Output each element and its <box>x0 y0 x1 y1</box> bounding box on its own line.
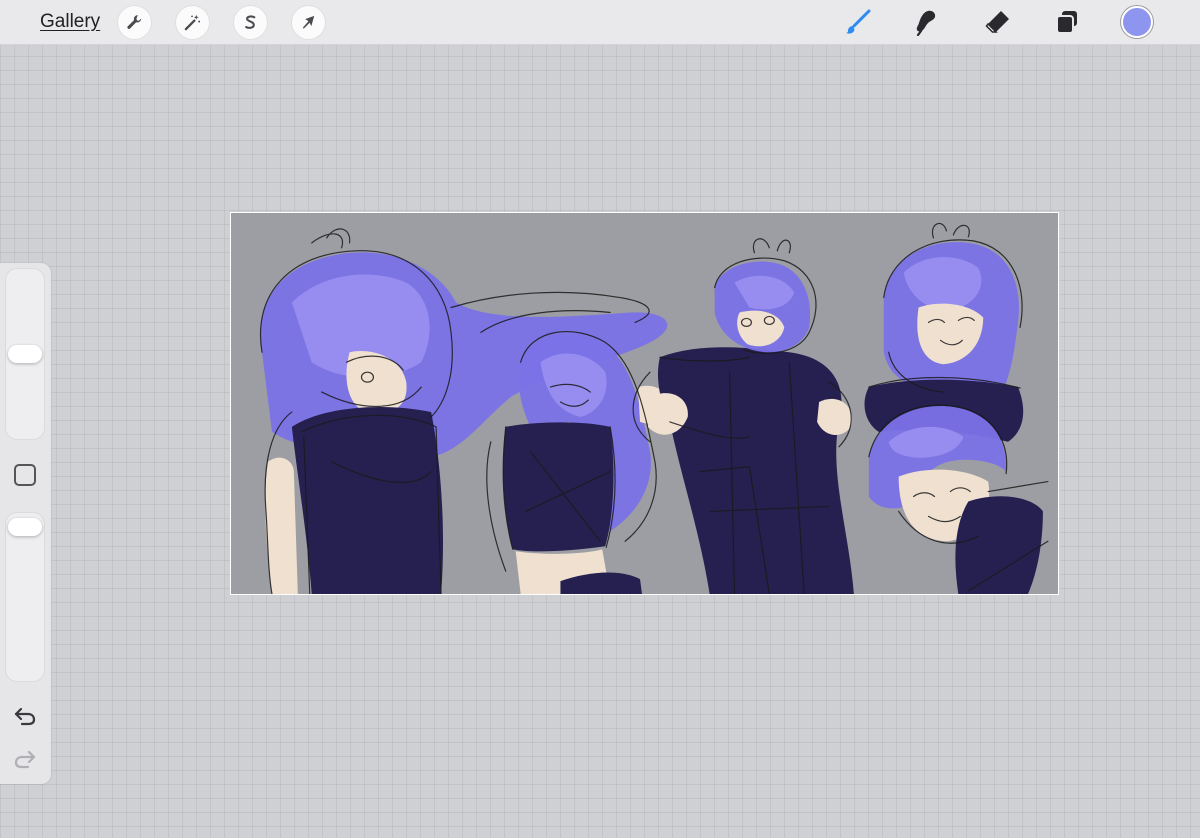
eraser-icon <box>985 11 1009 33</box>
smudge-icon <box>916 10 936 36</box>
top-toolbar: Gallery <box>0 0 1200 45</box>
brush-size-thumb[interactable] <box>8 345 42 363</box>
layers-tool-button[interactable] <box>1051 6 1083 38</box>
modify-square-button[interactable] <box>14 464 36 486</box>
brush-opacity-slider[interactable] <box>5 512 45 682</box>
left-sidebar <box>0 263 51 784</box>
arrow-cursor-icon <box>302 15 315 29</box>
artwork-sketch <box>260 222 1049 594</box>
figure-3 <box>632 238 854 594</box>
color-picker-button[interactable] <box>1121 6 1153 38</box>
redo-icon <box>14 750 36 769</box>
selection-s-icon <box>245 15 256 29</box>
figure-5 <box>868 404 1049 594</box>
brush-size-slider[interactable] <box>5 268 45 440</box>
wrench-icon <box>127 15 142 29</box>
magic-wand-icon <box>184 14 201 31</box>
eraser-tool-button[interactable] <box>982 6 1014 38</box>
brush-opacity-thumb[interactable] <box>8 518 42 536</box>
redo-button[interactable] <box>12 747 38 771</box>
brush-tool-button[interactable] <box>842 6 874 38</box>
drawing-canvas[interactable] <box>230 212 1059 595</box>
adjustments-button[interactable] <box>176 6 209 39</box>
layers-icon <box>1056 11 1077 34</box>
undo-button[interactable] <box>12 704 38 728</box>
selection-button[interactable] <box>234 6 267 39</box>
brush-icon <box>846 9 871 34</box>
transform-button[interactable] <box>292 6 325 39</box>
actions-button[interactable] <box>118 6 151 39</box>
gallery-button[interactable]: Gallery <box>40 11 100 33</box>
undo-icon <box>14 707 36 726</box>
smudge-tool-button[interactable] <box>910 6 942 38</box>
